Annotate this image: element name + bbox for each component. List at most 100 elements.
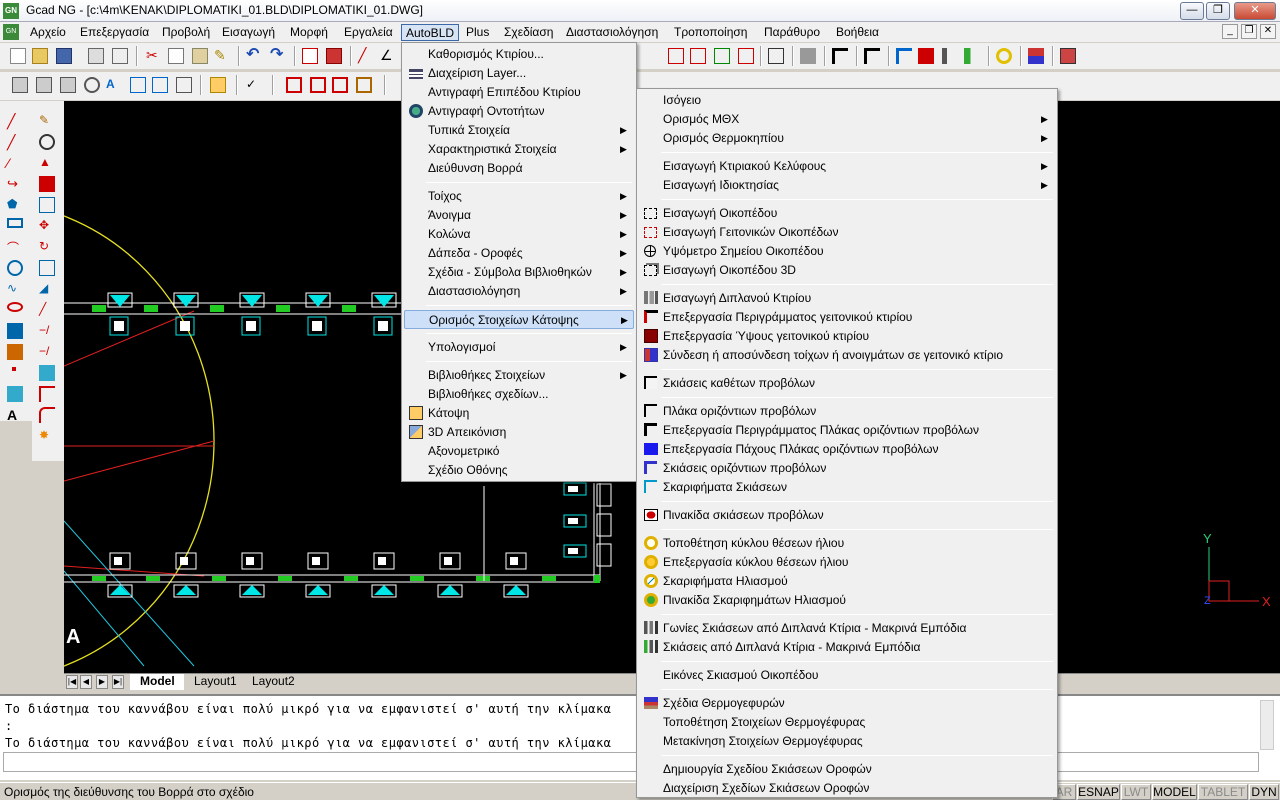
tool-2-icon[interactable] (36, 77, 52, 93)
scale-icon[interactable] (39, 260, 55, 276)
autobld-menu-item[interactable]: Κολώνα ▶ (404, 225, 634, 244)
draw-text-icon[interactable]: A (7, 407, 23, 423)
zoom-icon[interactable] (84, 77, 100, 93)
plan-submenu-item[interactable]: Δημιουργία Σχεδίου Σκιάσεων Οροφών (639, 760, 1055, 779)
autobld-menu-item[interactable]: Χαρακτηριστικά Στοιχεία ▶ (404, 140, 634, 159)
menu-7[interactable]: AutoBLD (401, 24, 460, 41)
lengthen-icon[interactable]: ╱ (39, 302, 55, 318)
autobld-menu-item[interactable]: Διαστασιολόγηση ▶ (404, 282, 634, 301)
trim-icon[interactable]: −/ (39, 323, 55, 339)
plan-submenu-item[interactable]: Πλάκα οριζόντιων προβόλων (639, 402, 1055, 421)
plot-frame-icon[interactable] (768, 48, 784, 64)
status-model-button[interactable]: MODEL (1152, 784, 1197, 800)
corner-icon[interactable] (832, 48, 848, 64)
copy-icon[interactable] (168, 48, 184, 64)
tool-10-icon[interactable]: ✓ (246, 77, 262, 93)
line-tool-icon[interactable]: ╱ (358, 48, 374, 64)
cut-icon[interactable]: ✂ (146, 48, 162, 64)
plan-submenu-item[interactable]: Εισαγωγή Κτιριακού Κελύφους ▶ (639, 157, 1055, 176)
plan-submenu-item[interactable]: Γωνίες Σκιάσεων από Διπλανά Κτίρια - Μακ… (639, 619, 1055, 638)
offset-icon[interactable] (39, 176, 55, 192)
insert-block-icon[interactable] (7, 323, 23, 339)
explode-icon[interactable]: ✸ (39, 428, 55, 444)
menu-12[interactable]: Παράθυρο (760, 24, 824, 41)
autobld-menu-item[interactable]: Ορισμός Στοιχείων Κάτοψης ▶ (404, 310, 634, 329)
autobld-menu-item[interactable]: 3D Απεικόνιση (404, 423, 634, 442)
draw-polygon-icon[interactable]: ⬟ (7, 197, 23, 213)
autobld-menu-item[interactable]: Αντιγραφή Επιπέδου Κτιρίου (404, 83, 634, 102)
status-lwt-button[interactable]: LWT (1121, 784, 1151, 800)
plan-submenu-item[interactable]: Εισαγωγή Διπλανού Κτιρίου (639, 289, 1055, 308)
mirror-icon[interactable]: ▲ (39, 155, 55, 171)
draw-polyline-icon[interactable]: ↪ (7, 176, 23, 192)
autobld-menu-item[interactable]: Άνοιγμα ▶ (404, 206, 634, 225)
autobld-menu-item[interactable]: Δάπεδα - Οροφές ▶ (404, 244, 634, 263)
plan-submenu-item[interactable]: Ισόγειο (639, 91, 1055, 110)
next-tab-icon[interactable]: ▶ (96, 675, 108, 689)
plan-submenu-item[interactable]: Εικόνες Σκιασμού Οικοπέδου (639, 666, 1055, 685)
text-tool-icon[interactable]: A (106, 77, 122, 93)
plan-submenu-item[interactable]: Σκιάσεις οριζόντιων προβόλων (639, 459, 1055, 478)
erase-icon[interactable]: ✎ (39, 113, 55, 129)
last-tab-icon[interactable]: ▶| (112, 675, 124, 689)
autobld-menu-item[interactable]: Τοίχος ▶ (404, 187, 634, 206)
plan-submenu-item[interactable]: Ορισμός Θερμοκηπίου ▶ (639, 129, 1055, 148)
grid-select-3-icon[interactable] (714, 48, 730, 64)
plan-submenu-item[interactable]: Ορισμός ΜΘΧ ▶ (639, 110, 1055, 129)
autobld-menu-item[interactable]: Αντιγραφή Οντοτήτων (404, 102, 634, 121)
open-folder-icon[interactable] (32, 48, 48, 64)
mdi-restore-icon[interactable]: ❐ (1241, 24, 1257, 39)
tab-model[interactable]: Model (130, 674, 185, 690)
fillet-icon[interactable] (39, 407, 55, 423)
angle-icon[interactable]: ∠ (380, 48, 396, 64)
extend-icon[interactable]: −/ (39, 344, 55, 360)
autobld-menu-item[interactable]: Υπολογισμοί ▶ (404, 338, 634, 357)
draw-point-icon[interactable] (12, 367, 16, 371)
menu-4[interactable]: Εισαγωγή (218, 24, 279, 41)
plan-submenu-item[interactable]: Επεξεργασία Πάχους Πλάκας οριζόντιων προ… (639, 440, 1055, 459)
autobld-menu-item[interactable]: Σχέδιο Οθόνης (404, 461, 634, 480)
plan-submenu-item[interactable]: Πινακίδα σκιάσεων προβόλων (639, 506, 1055, 525)
document-icon[interactable]: GN (3, 24, 19, 40)
undo-icon[interactable]: ↶ (246, 47, 262, 64)
autobld-menu-item[interactable]: Καθορισμός Κτιρίου... (404, 45, 634, 64)
bars-2-icon[interactable] (964, 48, 980, 64)
mdi-minimize-icon[interactable]: _ (1222, 24, 1238, 39)
properties-icon[interactable] (326, 48, 342, 64)
autobld-menu-item[interactable]: Διεύθυνση Βορρά (404, 159, 634, 178)
draw-line-icon[interactable]: ╱ (7, 113, 23, 129)
autobld-menu-item[interactable]: Τυπικά Στοιχεία ▶ (404, 121, 634, 140)
plan-submenu-item[interactable]: Επεξεργασία κύκλου θέσεων ήλιου (639, 553, 1055, 572)
plan-submenu-item[interactable]: Εισαγωγή Ιδιοκτησίας ▶ (639, 176, 1055, 195)
menu-3[interactable]: Προβολή (158, 24, 214, 41)
array-icon[interactable] (39, 197, 55, 213)
draw-xline-icon[interactable]: ╱ (7, 134, 23, 150)
overhang-icon[interactable] (896, 48, 912, 64)
tool-14-icon[interactable] (356, 77, 372, 93)
plan-submenu-item[interactable]: Πινακίδα Σκαριφημάτων Ηλιασμού (639, 591, 1055, 610)
draw-ellipse-icon[interactable] (7, 302, 23, 312)
make-block-icon[interactable] (7, 344, 23, 360)
menu-9[interactable]: Σχεδίαση (500, 24, 557, 41)
rotate-icon[interactable]: ↻ (39, 239, 55, 255)
autobld-menu-item[interactable]: Σχέδια - Σύμβολα Βιβλιοθηκών ▶ (404, 263, 634, 282)
hatch-icon[interactable] (7, 386, 23, 402)
tool-13-icon[interactable] (332, 77, 348, 93)
tool-1-icon[interactable] (12, 77, 28, 93)
plan-submenu-item[interactable]: Σχέδια Θερμογεφυρών (639, 694, 1055, 713)
grid-select-2-icon[interactable] (690, 48, 706, 64)
plan-submenu-item[interactable]: Μετακίνηση Στοιχείων Θερμογέφυρας (639, 732, 1055, 751)
plan-submenu-item[interactable]: Εισαγωγή Γειτονικών Οικοπέδων (639, 223, 1055, 242)
tab-layout1[interactable]: Layout1 (184, 674, 247, 690)
status-dyn-button[interactable]: DYN (1249, 784, 1279, 800)
menu-5[interactable]: Μορφή (286, 24, 332, 41)
plan-submenu-item[interactable]: Σκιάσεις καθέτων προβόλων (639, 374, 1055, 393)
match-properties-icon[interactable]: ✎ (214, 48, 230, 64)
building-icon[interactable] (800, 48, 816, 64)
status-esnap-button[interactable]: ESNAP (1077, 784, 1120, 800)
plan-submenu-item[interactable]: Εισαγωγή Οικοπέδου 3D (639, 261, 1055, 280)
plan-submenu-item[interactable]: Επεξεργασία Ύψους γειτονικού κτιρίου (639, 327, 1055, 346)
tool-6-icon[interactable] (130, 77, 146, 93)
autobld-menu-item[interactable]: Αξονομετρικό (404, 442, 634, 461)
sun-icon[interactable] (996, 48, 1012, 64)
